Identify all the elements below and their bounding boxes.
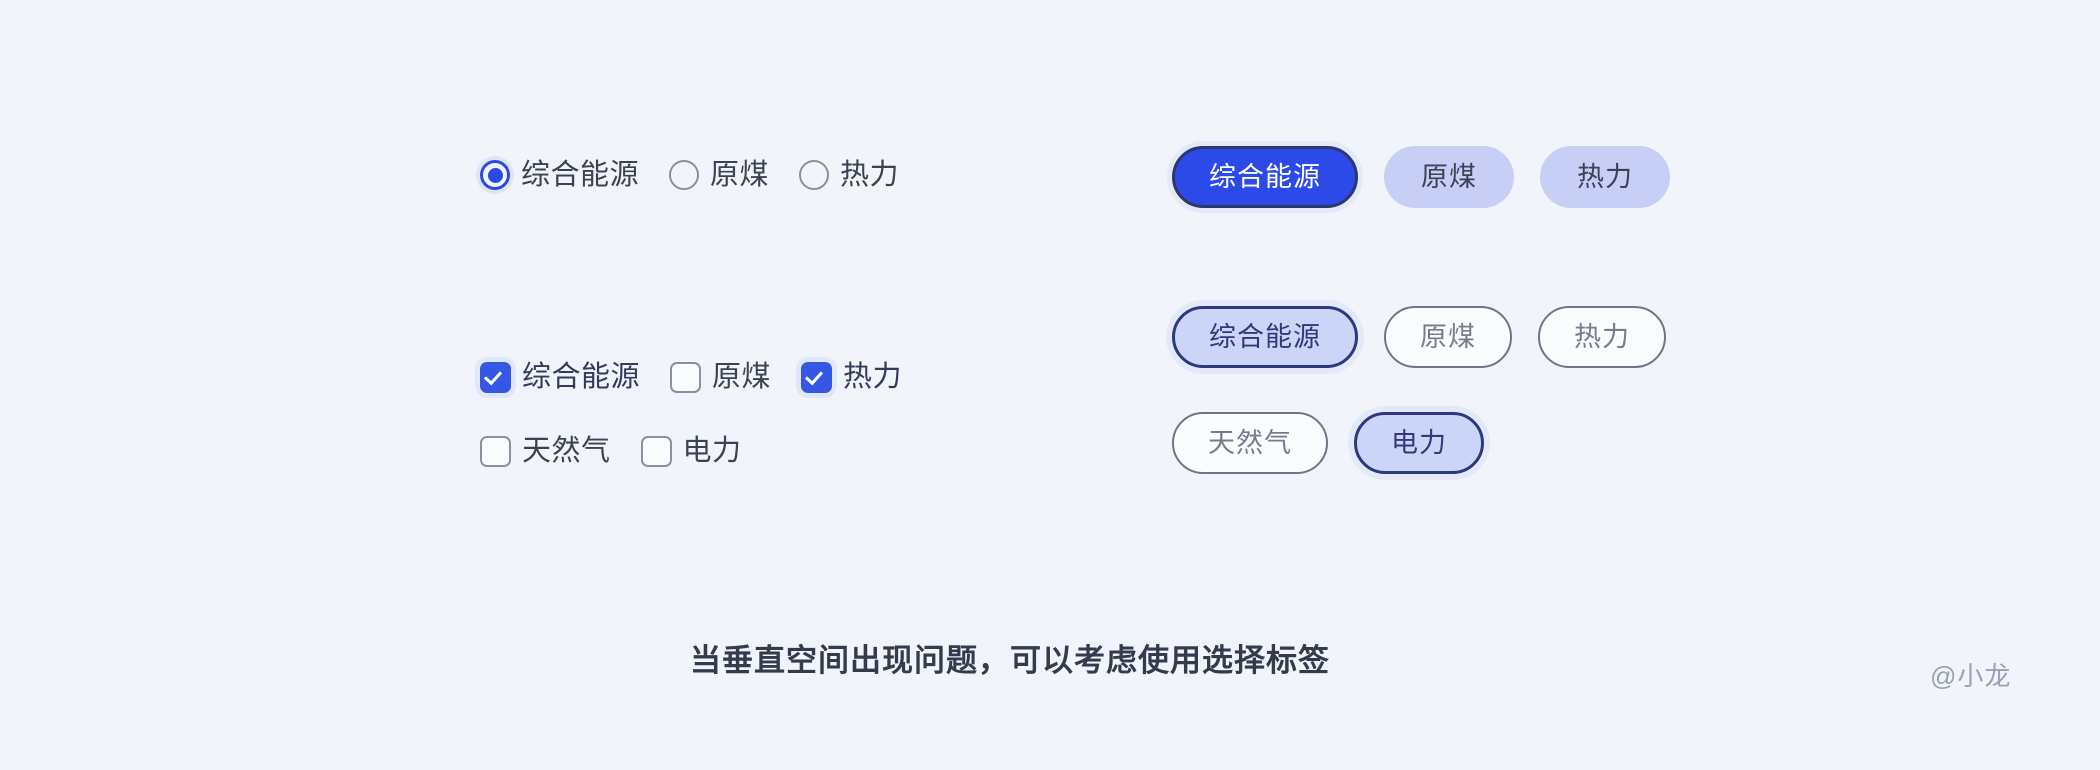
radio-option-label: 热力 (840, 158, 900, 191)
watermark-text: @小龙 (1930, 661, 2012, 691)
check-mark-icon (483, 366, 503, 386)
pill-comprehensive-energy-selected[interactable]: 综合能源 (1172, 306, 1358, 368)
radio-option-heat[interactable]: 热力 (799, 160, 899, 190)
pill-label: 原煤 (1420, 321, 1476, 352)
checkbox-checked-icon[interactable] (801, 362, 833, 393)
check-mark-icon (804, 366, 824, 386)
checkbox-option-electricity[interactable]: 电力 (640, 435, 742, 467)
pill-label: 电力 (1391, 427, 1447, 458)
radio-option-comprehensive-energy[interactable]: 综合能源 (480, 160, 639, 190)
pill-group-multi-select-line2: 天然气 电力 (1172, 412, 1484, 474)
pill-natural-gas[interactable]: 天然气 (1172, 412, 1328, 474)
checkbox-option-heat[interactable]: 热力 (801, 362, 902, 393)
checkbox-option-label: 综合能源 (522, 361, 641, 393)
pill-electricity-selected[interactable]: 电力 (1354, 412, 1484, 474)
pill-label: 天然气 (1208, 427, 1292, 458)
screenshot-canvas: 综合能源 原煤 热力 综合能源 原煤 热力 天然气 电力 综合能源 原煤 热力 … (0, 0, 2100, 770)
checkbox-unchecked-icon[interactable] (480, 436, 511, 467)
checkbox-option-label: 热力 (843, 361, 903, 393)
pill-heat[interactable]: 热力 (1538, 306, 1666, 368)
pill-label: 热力 (1574, 321, 1630, 352)
pill-comprehensive-energy-selected[interactable]: 综合能源 (1172, 146, 1358, 208)
pill-group-single-select: 综合能源 原煤 热力 (1172, 146, 1670, 208)
radio-option-raw-coal[interactable]: 原煤 (669, 160, 769, 190)
pill-group-multi-select-line1: 综合能源 原煤 热力 (1172, 306, 1666, 368)
radio-unselected-icon[interactable] (799, 160, 830, 190)
radio-option-label: 综合能源 (521, 158, 640, 191)
checkbox-option-comprehensive-energy[interactable]: 综合能源 (480, 362, 640, 393)
radio-unselected-icon[interactable] (669, 160, 700, 190)
pill-heat[interactable]: 热力 (1540, 146, 1670, 208)
pill-label: 热力 (1577, 161, 1633, 192)
checkbox-group-energy-type-line1: 综合能源 原煤 热力 (480, 362, 902, 393)
pill-label: 综合能源 (1209, 161, 1321, 192)
caption-text: 当垂直空间出现问题，可以考虑使用选择标签 (690, 643, 1330, 678)
checkbox-unchecked-icon[interactable] (640, 436, 672, 467)
checkbox-unchecked-icon[interactable] (670, 362, 702, 393)
checkbox-option-label: 原煤 (712, 361, 772, 393)
checkbox-option-raw-coal[interactable]: 原煤 (670, 362, 771, 393)
radio-option-label: 原煤 (710, 158, 770, 191)
checkbox-option-label: 天然气 (522, 435, 611, 467)
pill-raw-coal[interactable]: 原煤 (1384, 306, 1512, 368)
checkbox-option-natural-gas[interactable]: 天然气 (480, 436, 611, 467)
pill-label: 综合能源 (1209, 321, 1321, 352)
checkbox-group-energy-type-line2: 天然气 电力 (480, 436, 742, 467)
radio-selected-icon[interactable] (480, 160, 510, 190)
checkbox-checked-icon[interactable] (480, 362, 511, 393)
checkbox-option-label: 电力 (682, 435, 742, 467)
pill-label: 原煤 (1421, 161, 1477, 192)
pill-raw-coal[interactable]: 原煤 (1384, 146, 1514, 208)
radio-group-energy-type: 综合能源 原煤 热力 (480, 160, 899, 190)
